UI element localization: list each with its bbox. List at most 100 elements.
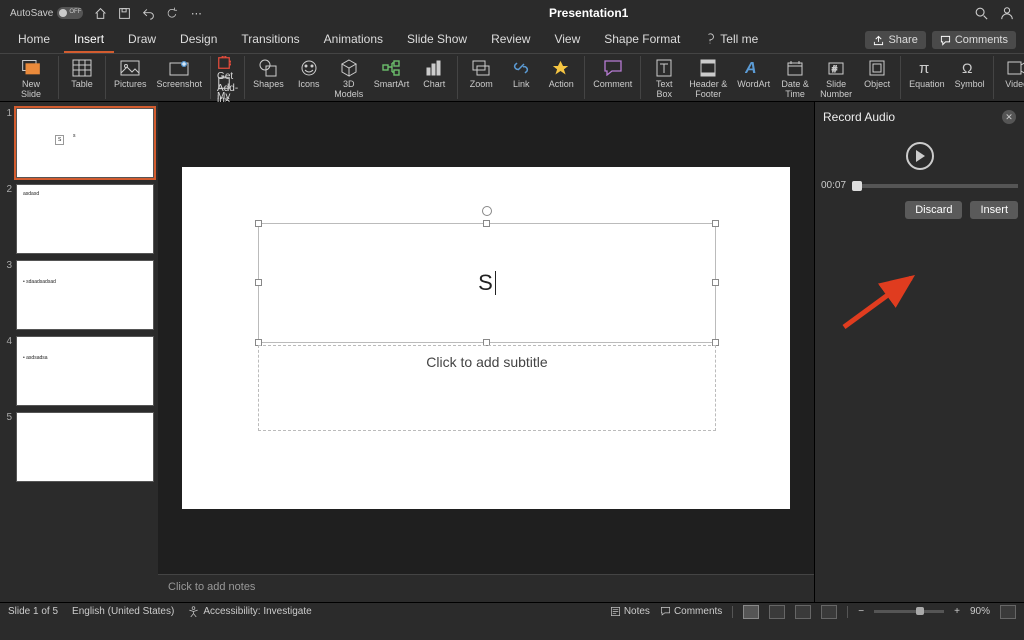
thumbnail-5[interactable] [16,412,154,482]
link-icon [511,58,531,78]
screenshot-icon [169,58,189,78]
tab-slideshow[interactable]: Slide Show [397,26,477,53]
share-button[interactable]: Share [865,31,925,49]
autosave-toggle[interactable]: AutoSave [10,7,83,19]
action-button[interactable]: Action [544,56,578,92]
rotate-handle[interactable] [482,206,492,216]
play-button[interactable] [906,142,934,170]
tab-home[interactable]: Home [8,26,60,53]
zoom-button[interactable]: Zoom [464,56,498,92]
get-addins-button[interactable]: Get Add-ins [217,56,238,74]
icons-icon [299,58,319,78]
thumbnail-3[interactable]: • sdaadsadsad [16,260,154,330]
table-button[interactable]: Table [65,56,99,92]
sorter-view-button[interactable] [769,605,785,619]
slide-number-button[interactable]: #Slide Number [818,56,854,102]
undo-icon[interactable] [141,6,155,20]
notes-pane[interactable]: Click to add notes [158,574,814,602]
resize-handle[interactable] [483,220,490,227]
normal-view-button[interactable] [743,605,759,619]
wordart-button[interactable]: AWordArt [735,56,772,92]
annotation-arrow [839,272,919,332]
tell-me[interactable]: Tell me [694,26,768,53]
insert-button[interactable]: Insert [970,201,1018,219]
tab-transitions[interactable]: Transitions [231,26,309,53]
resize-handle[interactable] [255,279,262,286]
tab-animations[interactable]: Animations [314,26,393,53]
tab-insert[interactable]: Insert [64,26,114,53]
slideshow-view-button[interactable] [821,605,837,619]
tab-review[interactable]: Review [481,26,540,53]
zoom-in-button[interactable]: + [954,606,960,617]
video-button[interactable]: Video [1000,56,1024,92]
tab-draw[interactable]: Draw [118,26,166,53]
fit-to-window-button[interactable] [1000,605,1016,619]
thumbnail-2[interactable]: asdasd [16,184,154,254]
title-text[interactable]: S [478,270,494,296]
account-icon[interactable] [1000,6,1014,20]
my-addins-button[interactable]: My Add-ins ▾ [217,76,238,94]
resize-handle[interactable] [712,279,719,286]
comments-icon [660,606,671,617]
thumbnail-1[interactable]: S s [16,108,154,178]
save-icon[interactable] [117,6,131,20]
close-icon[interactable]: ✕ [1002,110,1016,124]
title-textbox[interactable]: S [258,223,716,343]
reading-view-button[interactable] [795,605,811,619]
discard-button[interactable]: Discard [905,201,962,219]
ribbon-tabs: Home Insert Draw Design Transitions Anim… [0,26,1024,54]
play-icon [916,150,925,162]
comments-toggle[interactable]: Comments [660,606,722,617]
3d-models-button[interactable]: 3D Models [332,56,366,102]
tab-design[interactable]: Design [170,26,227,53]
thumbnail-4[interactable]: • asdsadsa [16,336,154,406]
record-audio-panel: Record Audio ✕ 00:07 Discard Insert [814,102,1024,602]
cube-icon [339,58,359,78]
object-button[interactable]: Object [860,56,894,92]
comment-button[interactable]: Comment [591,56,634,92]
symbol-button[interactable]: ΩSymbol [953,56,987,92]
smartart-icon [381,58,401,78]
shapes-button[interactable]: Shapes [251,56,286,92]
screenshot-button[interactable]: Screenshot [155,56,205,92]
subtitle-placeholder[interactable]: Click to add subtitle [258,345,716,431]
home-icon[interactable] [93,6,107,20]
symbol-icon: Ω [960,58,980,78]
record-progress[interactable] [852,184,1018,188]
redo-icon[interactable] [165,6,179,20]
search-icon[interactable] [974,6,988,20]
icons-button[interactable]: Icons [292,56,326,92]
notes-toggle[interactable]: Notes [610,606,650,617]
video-icon [1007,58,1024,78]
slide[interactable]: S Click to add subtitle [182,167,790,509]
tab-shapeformat[interactable]: Shape Format [594,26,690,53]
link-button[interactable]: Link [504,56,538,92]
wordart-icon: A [744,58,764,78]
pictures-button[interactable]: Pictures [112,56,149,92]
autosave-pill[interactable] [57,7,83,19]
more-icon[interactable]: ⋯ [189,6,203,20]
accessibility-status[interactable]: Accessibility: Investigate [188,606,311,617]
tab-view[interactable]: View [544,26,590,53]
zoom-slider[interactable] [874,610,944,613]
header-footer-button[interactable]: Header & Footer [687,56,729,102]
textbox-button[interactable]: Text Box [647,56,681,102]
chart-icon [424,58,444,78]
slide-counter[interactable]: Slide 1 of 5 [8,606,58,617]
resize-handle[interactable] [712,220,719,227]
zoom-out-button[interactable]: − [858,606,864,617]
accessibility-icon [188,606,199,617]
slide-number-icon: # [826,58,846,78]
comments-button[interactable]: Comments [932,31,1016,49]
chart-button[interactable]: Chart [417,56,451,92]
zoom-percent[interactable]: 90% [970,606,990,617]
language-status[interactable]: English (United States) [72,606,174,617]
resize-handle[interactable] [255,220,262,227]
progress-knob[interactable] [852,181,862,191]
date-time-button[interactable]: Date & Time [778,56,812,102]
new-slide-button[interactable]: New Slide [10,56,52,102]
object-icon [867,58,887,78]
smartart-button[interactable]: SmartArt [372,56,412,92]
zoom-knob[interactable] [916,607,924,615]
equation-button[interactable]: πEquation [907,56,947,92]
